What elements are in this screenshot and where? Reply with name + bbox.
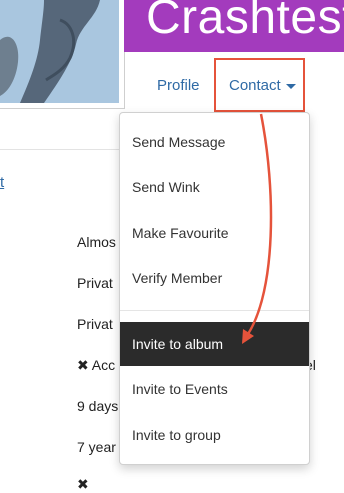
section-divider bbox=[0, 149, 124, 150]
contact-dropdown-toggle[interactable]: Contact bbox=[229, 77, 296, 94]
avatar-frame bbox=[0, 0, 125, 109]
menu-item-send-wink[interactable]: Send Wink bbox=[120, 165, 309, 209]
detail-row-1: Almos bbox=[77, 234, 116, 250]
member-name-title: Crashteste bbox=[146, 0, 344, 44]
menu-item-send-message[interactable]: Send Message bbox=[120, 120, 309, 164]
detail-row-4: ✖ Acc bbox=[77, 357, 115, 374]
contact-dropdown-menu: Send Message Send Wink Make Favourite Ve… bbox=[119, 112, 310, 465]
menu-divider bbox=[120, 310, 309, 311]
menu-item-invite-to-album[interactable]: Invite to album bbox=[120, 322, 309, 366]
tab-profile[interactable]: Profile bbox=[157, 77, 200, 94]
person-silhouette-icon bbox=[0, 0, 119, 103]
detail-row-2: Privat bbox=[77, 275, 113, 291]
profile-banner: Crashteste bbox=[124, 0, 344, 52]
menu-item-invite-to-group[interactable]: Invite to group bbox=[120, 413, 309, 457]
detail-row-4-text: Acc bbox=[91, 357, 116, 373]
left-link[interactable]: t bbox=[0, 174, 4, 191]
menu-item-verify-member[interactable]: Verify Member bbox=[120, 256, 309, 300]
detail-row-6: 7 year bbox=[77, 439, 116, 455]
detail-row-7: ✖ bbox=[77, 476, 92, 493]
menu-item-make-favourite[interactable]: Make Favourite bbox=[120, 211, 309, 255]
cross-icon: ✖ bbox=[77, 357, 89, 373]
avatar[interactable] bbox=[0, 0, 119, 103]
contact-label: Contact bbox=[229, 77, 281, 94]
menu-item-invite-to-events[interactable]: Invite to Events bbox=[120, 367, 309, 411]
detail-row-5: 9 days bbox=[77, 398, 119, 414]
caret-down-icon bbox=[285, 83, 296, 89]
detail-row-3: Privat bbox=[77, 316, 113, 332]
